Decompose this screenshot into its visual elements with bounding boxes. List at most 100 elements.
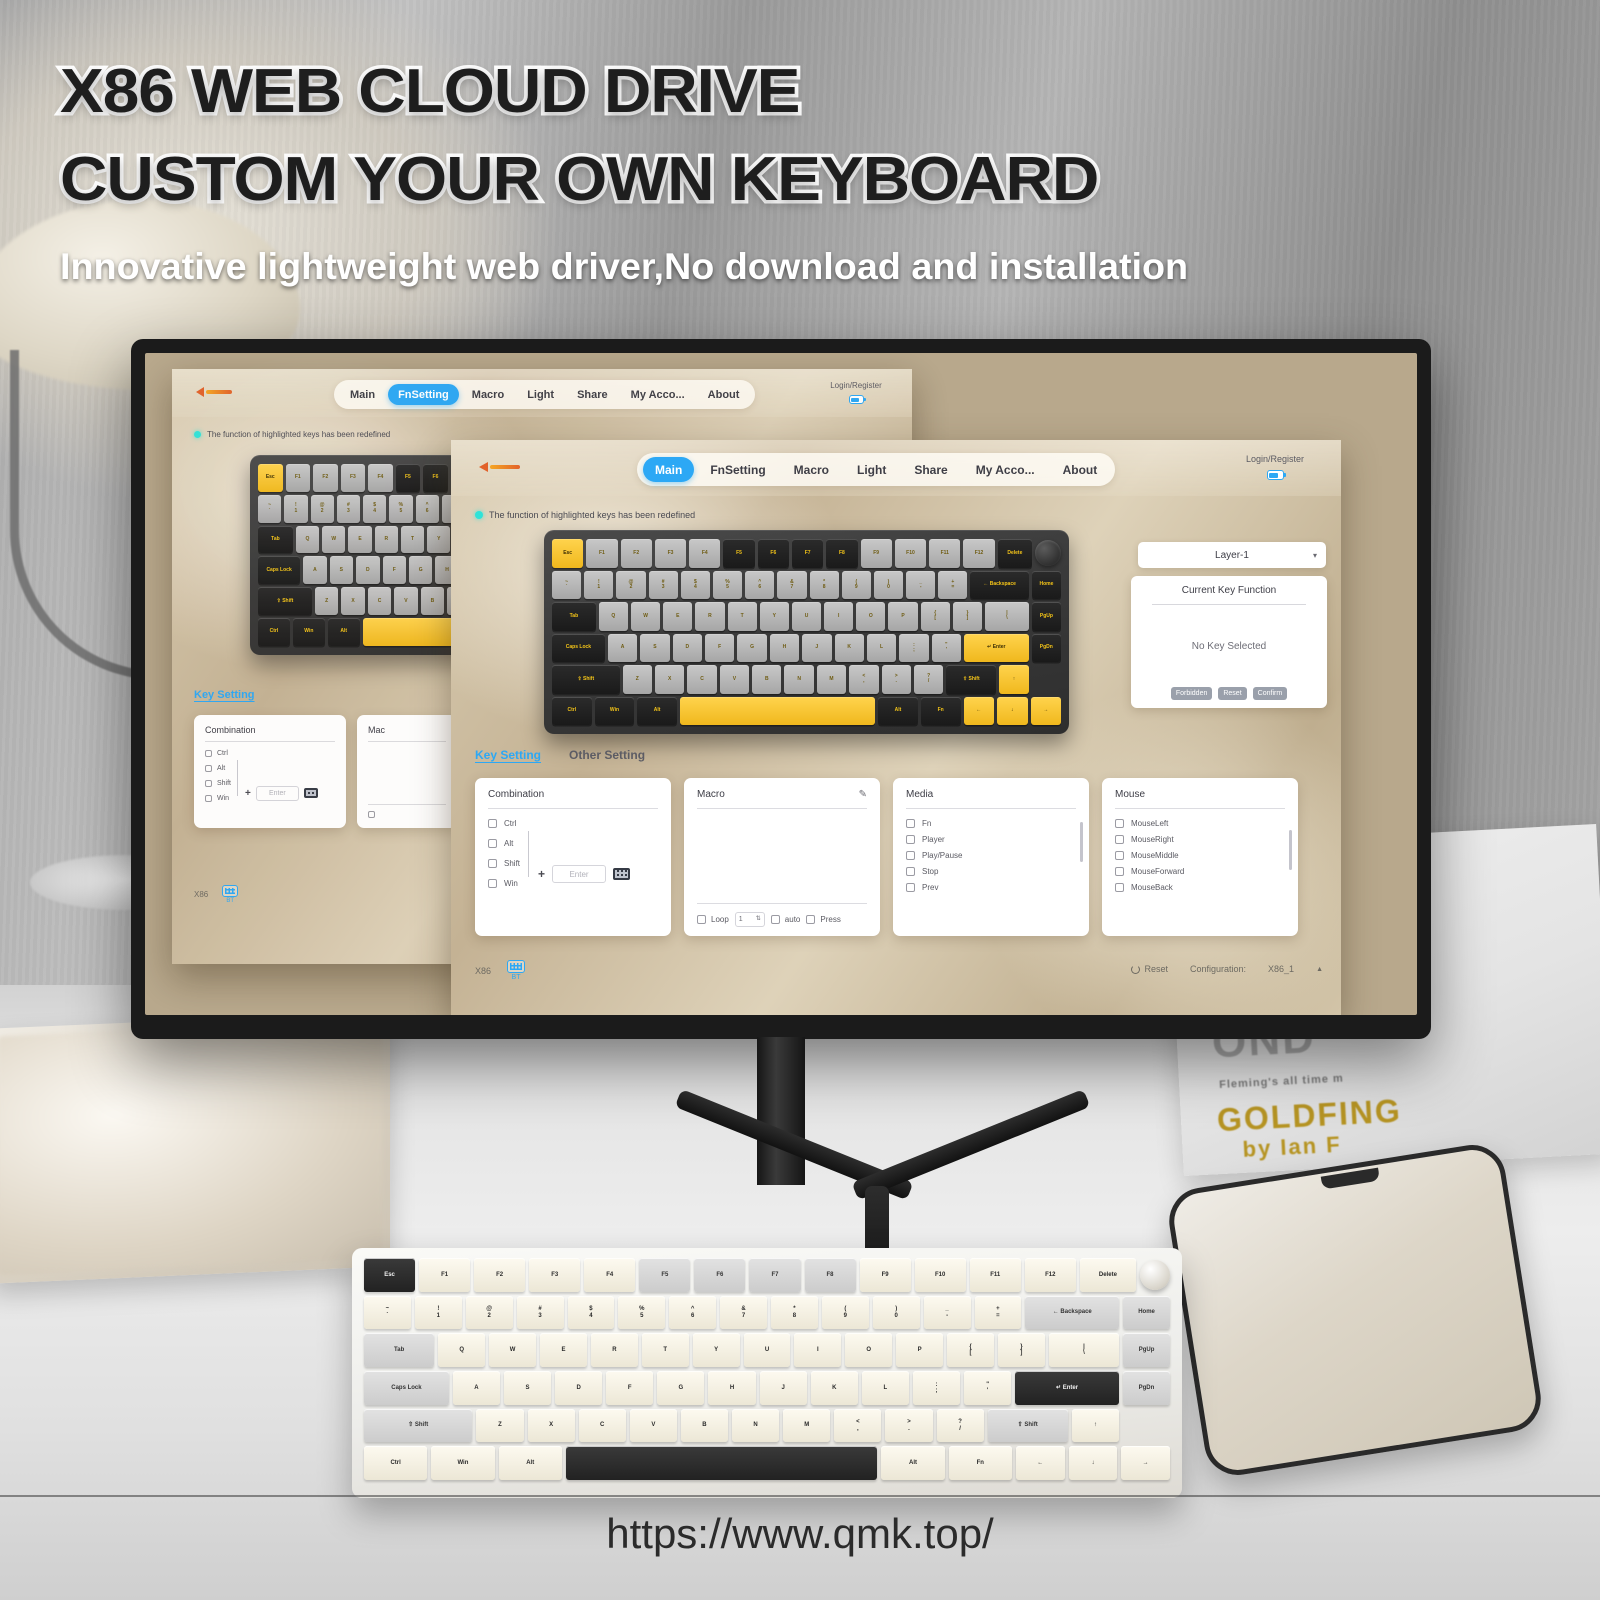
key-5[interactable]: % 5 bbox=[389, 494, 413, 523]
key-shift[interactable]: ⇧ Shift bbox=[364, 1408, 473, 1443]
combination-card[interactable]: Combination Ctrl Alt Shift Win + Enter bbox=[475, 778, 671, 936]
foreground-nav-pills[interactable]: Main FnSetting Macro Light Share My Acco... Ab… bbox=[637, 453, 1116, 486]
key-7[interactable]: &7 bbox=[720, 1295, 767, 1330]
checkbox-mouse-mouseright[interactable]: MouseRight bbox=[1115, 835, 1285, 844]
key-alt[interactable]: Alt bbox=[498, 1446, 562, 1481]
sub-tabs[interactable]: Key Setting Other Setting bbox=[475, 748, 645, 762]
key-key[interactable]: → bbox=[1121, 1446, 1170, 1481]
checkbox-alt[interactable]: Alt bbox=[488, 839, 520, 848]
key-n[interactable]: N bbox=[732, 1408, 780, 1443]
key-key[interactable]: {[ bbox=[947, 1333, 994, 1368]
key-h[interactable]: H bbox=[769, 633, 800, 662]
key-backspace[interactable]: ← Backspace bbox=[970, 570, 1029, 599]
key-key[interactable]: }] bbox=[997, 1333, 1045, 1368]
key-key[interactable]: "' bbox=[931, 633, 961, 662]
checkbox-icon[interactable] bbox=[906, 867, 915, 876]
key-key[interactable]: <, bbox=[834, 1408, 882, 1443]
checkbox-icon[interactable] bbox=[205, 780, 212, 787]
key-d[interactable]: D bbox=[356, 556, 380, 585]
key-f7[interactable]: F7 bbox=[749, 1258, 801, 1292]
checkbox-media-player[interactable]: Player bbox=[906, 835, 1076, 844]
key-g[interactable]: G bbox=[408, 556, 433, 585]
key-f4[interactable]: F4 bbox=[368, 464, 393, 492]
virtual-keyboard[interactable]: Esc F1 F2 F3 F4 F5 F6 F7 F8 F9 F10 F11 F12 Delete ~ ` ! 1… bbox=[544, 530, 1069, 734]
key-x[interactable]: X bbox=[527, 1408, 575, 1443]
key-x[interactable]: X bbox=[654, 665, 685, 694]
checkbox-icon[interactable] bbox=[1115, 851, 1124, 860]
background-checkbox-ctrl[interactable]: Ctrl bbox=[205, 750, 231, 757]
key-esc[interactable]: Esc bbox=[364, 1258, 416, 1292]
nav-item-main[interactable]: Main bbox=[643, 457, 695, 482]
key-u[interactable]: U bbox=[743, 1333, 791, 1368]
key-alt[interactable]: Alt bbox=[881, 1446, 945, 1481]
key-f8[interactable]: F8 bbox=[804, 1258, 856, 1292]
key-2[interactable]: @2 bbox=[310, 494, 334, 523]
key-7[interactable]: &7 bbox=[777, 570, 807, 599]
key-f3[interactable]: F3 bbox=[529, 1258, 581, 1292]
key-f6[interactable]: F6 bbox=[757, 539, 789, 568]
key-shift[interactable]: ⇧ Shift bbox=[987, 1408, 1068, 1443]
key-d[interactable]: D bbox=[672, 633, 702, 662]
nav-item-fnsetting[interactable]: FnSetting bbox=[698, 457, 777, 482]
key-n[interactable]: N bbox=[784, 665, 814, 694]
key-esc[interactable]: Esc bbox=[258, 464, 283, 492]
key-delete[interactable]: Delete bbox=[1079, 1258, 1136, 1292]
nav-item-about[interactable]: About bbox=[698, 384, 750, 405]
key-f1[interactable]: F1 bbox=[285, 464, 311, 492]
key-pgdn[interactable]: PgDn bbox=[1122, 1371, 1170, 1405]
media-checkbox-list[interactable]: Fn Player Play/Pause Stop Prev bbox=[906, 819, 1076, 892]
key-key[interactable]: |\ bbox=[1048, 1333, 1120, 1368]
key-shift[interactable]: ⇧ Shift bbox=[946, 665, 997, 694]
key-backspace[interactable]: ← Backspace bbox=[1025, 1295, 1120, 1330]
key-i[interactable]: I bbox=[824, 602, 854, 631]
key-9[interactable]: (9 bbox=[841, 570, 871, 599]
checkbox-icon[interactable] bbox=[368, 811, 375, 818]
key-key[interactable]: <, bbox=[849, 665, 879, 694]
background-bt-indicator[interactable]: BT bbox=[222, 885, 239, 904]
key-f5[interactable]: F5 bbox=[723, 539, 755, 568]
checkbox-media-prev[interactable]: Prev bbox=[906, 883, 1076, 892]
key-k[interactable]: K bbox=[810, 1371, 858, 1405]
key-fn[interactable]: Fn bbox=[948, 1446, 1012, 1481]
checkbox-ctrl[interactable]: Ctrl bbox=[488, 819, 520, 828]
background-subtabs[interactable]: Key Setting bbox=[194, 689, 255, 701]
key-d[interactable]: D bbox=[555, 1371, 603, 1405]
key-c[interactable]: C bbox=[578, 1408, 626, 1443]
key-enter[interactable]: ↵ Enter bbox=[1015, 1371, 1119, 1405]
key-ctrl[interactable]: Ctrl bbox=[258, 618, 290, 646]
key-v[interactable]: V bbox=[719, 665, 750, 694]
key-key[interactable]: ?/ bbox=[936, 1408, 984, 1443]
key-f2[interactable]: F2 bbox=[313, 464, 338, 492]
key-space[interactable] bbox=[565, 1446, 878, 1481]
key-f11[interactable]: F11 bbox=[929, 539, 961, 568]
key-tab[interactable]: Tab bbox=[364, 1333, 435, 1368]
key-4[interactable]: $4 bbox=[363, 494, 387, 523]
checkbox-icon[interactable] bbox=[205, 795, 212, 802]
key-f10[interactable]: F10 bbox=[894, 539, 927, 568]
checkbox-icon[interactable] bbox=[906, 835, 915, 844]
key-g[interactable]: G bbox=[657, 1371, 705, 1405]
checkbox-icon[interactable] bbox=[1115, 819, 1124, 828]
key-key[interactable]: ↓ bbox=[997, 696, 1028, 725]
key-function-buttons[interactable]: Forbidden Reset Confirm bbox=[1170, 687, 1288, 700]
macro-script-area[interactable] bbox=[697, 809, 867, 903]
key-f9[interactable]: F9 bbox=[859, 1258, 911, 1292]
key-m[interactable]: M bbox=[816, 665, 847, 694]
key-p[interactable]: P bbox=[888, 602, 918, 631]
key-home[interactable]: Home bbox=[1123, 1295, 1170, 1330]
key-c[interactable]: C bbox=[367, 587, 392, 616]
configuration-value[interactable]: X86_1 bbox=[1268, 964, 1294, 974]
key-j[interactable]: J bbox=[759, 1371, 807, 1405]
checkbox-media-fn[interactable]: Fn bbox=[906, 819, 1076, 828]
key-y[interactable]: Y bbox=[759, 602, 789, 631]
key-fn[interactable]: Fn bbox=[920, 696, 961, 725]
key-y[interactable]: Y bbox=[427, 525, 451, 554]
key-ctrl[interactable]: Ctrl bbox=[552, 696, 592, 725]
checkbox-icon[interactable] bbox=[697, 915, 706, 924]
key-delete[interactable]: Delete bbox=[997, 539, 1033, 568]
key-e[interactable]: E bbox=[348, 525, 372, 554]
key-f3[interactable]: F3 bbox=[654, 539, 687, 568]
key-f10[interactable]: F10 bbox=[914, 1258, 966, 1292]
key-8[interactable]: *8 bbox=[809, 570, 839, 599]
key-key[interactable]: _- bbox=[923, 1295, 971, 1330]
